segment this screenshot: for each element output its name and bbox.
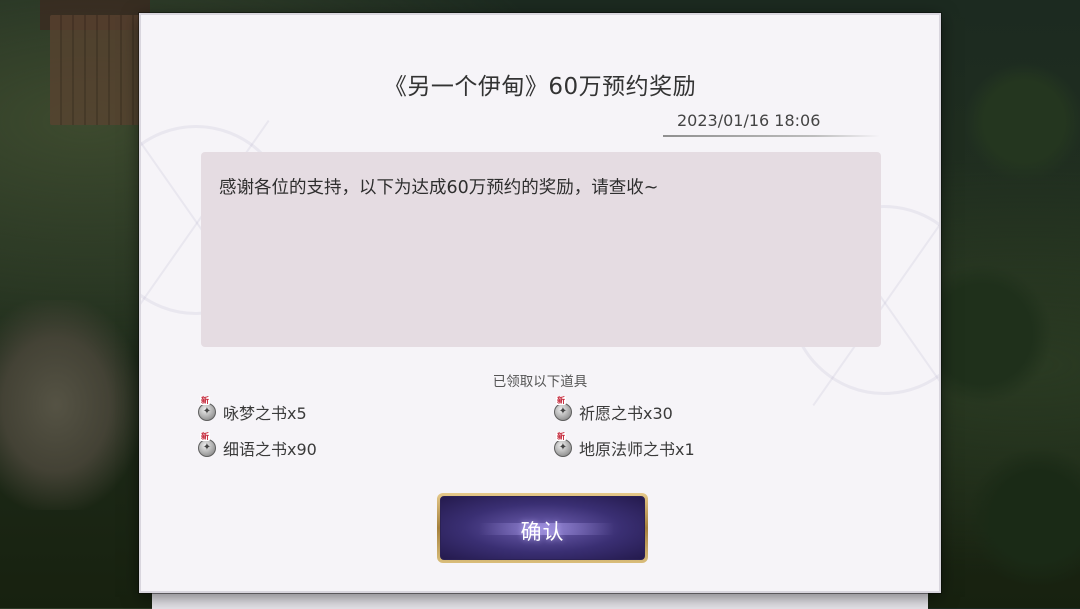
confirm-button-label: 确认 — [520, 520, 565, 544]
mail-date: 2023/01/16 18:06 — [677, 111, 821, 130]
confirm-button-face: 确认 — [440, 496, 645, 560]
date-underline: 2023/01/16 18:06 — [663, 109, 879, 137]
background-trees — [940, 0, 1080, 608]
new-badge: 新 — [200, 396, 210, 405]
book-item-icon: 新 ✦ — [554, 432, 572, 457]
mail-dialog: 《另一个伊甸》60万预约奖励 2023/01/16 18:06 感谢各位的支持，… — [139, 13, 941, 593]
book-item-icon: 新 ✦ — [554, 396, 572, 421]
background-stone-path — [0, 300, 140, 510]
background-house — [50, 15, 140, 125]
reward-item: 新 ✦ 细语之书x90 — [198, 432, 317, 461]
received-items-label: 已领取以下道具 — [492, 374, 588, 390]
confirm-button[interactable]: 确认 — [437, 493, 648, 563]
new-badge: 新 — [200, 432, 210, 441]
new-badge: 新 — [556, 396, 566, 405]
reward-item: 新 ✦ 地原法师之书x1 — [554, 432, 695, 461]
book-item-icon: 新 ✦ — [198, 396, 216, 421]
reward-item-name: 咏梦之书x5 — [223, 404, 307, 423]
dialog-underlay — [152, 593, 928, 609]
dialog-title: 《另一个伊甸》60万预约奖励 — [383, 74, 697, 100]
new-badge: 新 — [556, 432, 566, 441]
book-item-icon: 新 ✦ — [198, 432, 216, 457]
reward-item: 新 ✦ 祈愿之书x30 — [554, 396, 673, 425]
message-text: 感谢各位的支持，以下为达成60万预约的奖励，请查收~ — [219, 178, 659, 198]
reward-item: 新 ✦ 咏梦之书x5 — [198, 396, 307, 425]
reward-item-name: 祈愿之书x30 — [579, 404, 673, 423]
message-box[interactable]: 感谢各位的支持，以下为达成60万预约的奖励，请查收~ — [201, 152, 881, 347]
reward-item-name: 细语之书x90 — [223, 440, 317, 459]
reward-item-name: 地原法师之书x1 — [579, 440, 695, 459]
